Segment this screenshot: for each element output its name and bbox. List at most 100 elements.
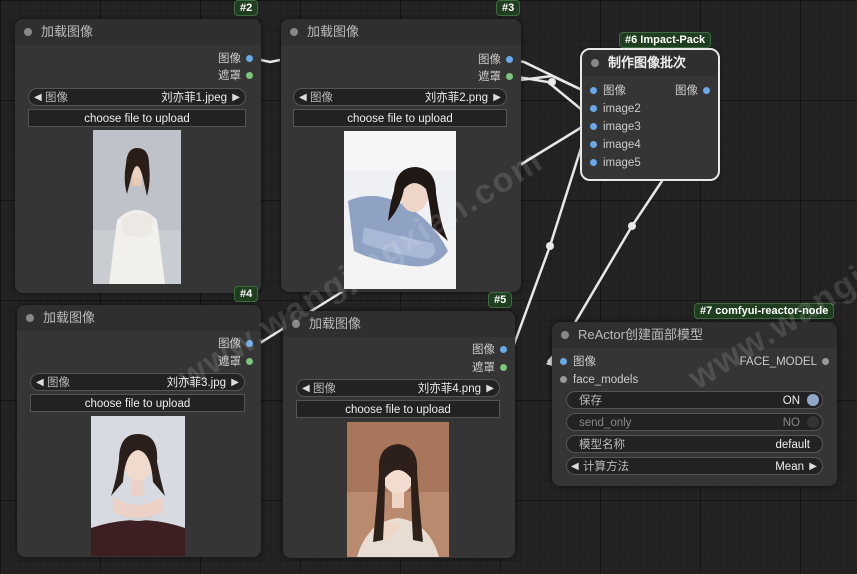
- input-port-icon[interactable]: [560, 376, 567, 384]
- arrow-right-icon[interactable]: ▶: [809, 458, 817, 476]
- output-port-icon[interactable]: [506, 56, 513, 64]
- combo-value: 刘亦菲2.png: [424, 92, 488, 104]
- load-image-node-4[interactable]: 加载图像 图像 遮罩 ◀ 图像 刘亦菲3.jpg ▶ choose file t…: [17, 305, 261, 557]
- input-label: image3: [603, 121, 641, 133]
- input-port-icon[interactable]: [560, 358, 567, 366]
- input-port-icon[interactable]: [590, 123, 597, 131]
- upload-button[interactable]: choose file to upload: [28, 109, 246, 127]
- combo-label: 图像: [45, 92, 68, 104]
- collapse-dot-icon[interactable]: [24, 28, 32, 36]
- send-only-toggle[interactable]: send_only NO: [566, 413, 823, 431]
- input-image3[interactable]: image3: [590, 119, 641, 135]
- image-file-combo[interactable]: ◀ 图像 刘亦菲2.png ▶: [293, 88, 507, 106]
- input-port-icon[interactable]: [590, 105, 597, 113]
- output-port-icon[interactable]: [500, 364, 507, 372]
- image-file-combo[interactable]: ◀ 图像 刘亦菲1.jpeg ▶: [28, 88, 246, 106]
- output-port-icon[interactable]: [703, 87, 710, 95]
- arrow-right-icon[interactable]: ▶: [232, 89, 240, 107]
- output-mask[interactable]: 遮罩: [218, 354, 253, 370]
- output-port-icon[interactable]: [246, 72, 253, 80]
- make-image-batch-node[interactable]: 制作图像批次 图像 image2 image3 image4 image5 图像: [580, 48, 720, 181]
- node-title-bar[interactable]: ReActor创建面部模型: [552, 322, 837, 348]
- node-title: ReActor创建面部模型: [578, 327, 703, 342]
- collapse-dot-icon[interactable]: [591, 59, 599, 67]
- output-image[interactable]: 图像: [218, 51, 253, 67]
- collapse-dot-icon[interactable]: [26, 314, 34, 322]
- output-port-icon[interactable]: [246, 55, 253, 63]
- input-port-icon[interactable]: [590, 159, 597, 167]
- load-image-node-2[interactable]: 加载图像 图像 遮罩 ◀ 图像 刘亦菲1.jpeg ▶ choose file …: [15, 19, 261, 293]
- input-label: image2: [603, 103, 641, 115]
- node-title-bar[interactable]: 加载图像: [281, 19, 521, 45]
- upload-button[interactable]: choose file to upload: [296, 400, 500, 418]
- toggle-knob-icon[interactable]: [807, 394, 819, 406]
- node-id-badge: #7 comfyui-reactor-node: [694, 303, 835, 319]
- input-image2[interactable]: image2: [590, 101, 641, 117]
- output-mask[interactable]: 遮罩: [218, 68, 253, 84]
- upload-button[interactable]: choose file to upload: [30, 394, 245, 412]
- output-image[interactable]: 图像: [675, 83, 710, 99]
- compute-method-combo[interactable]: ◀ 计算方法 Mean ▶: [566, 457, 823, 475]
- link-n2-to-image3: [519, 125, 583, 167]
- upload-button[interactable]: choose file to upload: [293, 109, 507, 127]
- output-face-model[interactable]: FACE_MODEL: [740, 354, 829, 370]
- input-face-models[interactable]: face_models: [560, 372, 638, 388]
- node-title-bar[interactable]: 加载图像: [15, 19, 261, 45]
- node-id-badge: #4: [234, 286, 259, 302]
- output-image[interactable]: 图像: [478, 52, 513, 68]
- collapse-dot-icon[interactable]: [561, 331, 569, 339]
- input-port-icon[interactable]: [590, 141, 597, 149]
- reactor-build-face-model-node[interactable]: ReActor创建面部模型 图像 face_models FACE_MODEL …: [552, 322, 837, 486]
- node-title: 加载图像: [43, 310, 96, 325]
- arrow-left-icon[interactable]: ◀: [34, 89, 42, 107]
- node-title: 加载图像: [307, 24, 360, 39]
- arrow-left-icon[interactable]: ◀: [571, 458, 579, 476]
- input-port-icon[interactable]: [590, 87, 597, 95]
- output-mask[interactable]: 遮罩: [472, 360, 507, 376]
- image-file-combo[interactable]: ◀ 图像 刘亦菲4.png ▶: [296, 379, 500, 397]
- arrow-left-icon[interactable]: ◀: [302, 380, 310, 398]
- output-image[interactable]: 图像: [472, 342, 507, 358]
- arrow-right-icon[interactable]: ▶: [486, 380, 494, 398]
- node-title: 加载图像: [41, 24, 94, 39]
- node-id-badge: #3: [496, 0, 521, 16]
- node-title-bar[interactable]: 制作图像批次: [582, 50, 718, 76]
- arrow-left-icon[interactable]: ◀: [36, 374, 44, 392]
- link-n5-to-n7: [510, 144, 584, 351]
- combo-value: 刘亦菲3.jpg: [166, 377, 226, 389]
- combo-label: 图像: [310, 92, 333, 104]
- node-title: 加载图像: [309, 316, 362, 331]
- collapse-dot-icon[interactable]: [292, 320, 300, 328]
- node-title-bar[interactable]: 加载图像: [17, 305, 261, 331]
- combo-value: Mean: [775, 461, 804, 473]
- model-name-field[interactable]: 模型名称 default: [566, 435, 823, 453]
- input-image4[interactable]: image4: [590, 137, 641, 153]
- toggle-label: 保存: [579, 395, 602, 407]
- output-port-icon[interactable]: [246, 340, 253, 348]
- output-mask-label: 遮罩: [472, 362, 495, 374]
- arrow-right-icon[interactable]: ▶: [231, 374, 239, 392]
- output-port-icon[interactable]: [246, 358, 253, 366]
- output-image-label: 图像: [218, 338, 241, 350]
- output-mask[interactable]: 遮罩: [478, 69, 513, 85]
- link-n3-mask: [511, 74, 583, 111]
- input-image[interactable]: 图像: [590, 83, 626, 99]
- output-port-icon[interactable]: [500, 346, 507, 354]
- image-preview: [347, 422, 449, 557]
- toggle-knob-icon[interactable]: [807, 416, 819, 428]
- combo-value: 刘亦菲1.jpeg: [161, 92, 227, 104]
- node-title-bar[interactable]: 加载图像: [283, 311, 515, 337]
- load-image-node-3[interactable]: 加载图像 图像 遮罩 ◀ 图像 刘亦菲2.png ▶ choose file t…: [281, 19, 521, 292]
- node-title: 制作图像批次: [608, 55, 687, 70]
- image-file-combo[interactable]: ◀ 图像 刘亦菲3.jpg ▶: [30, 373, 245, 391]
- output-port-icon[interactable]: [506, 73, 513, 81]
- load-image-node-5[interactable]: 加载图像 图像 遮罩 ◀ 图像 刘亦菲4.png ▶ choose file t…: [283, 311, 515, 558]
- arrow-right-icon[interactable]: ▶: [493, 89, 501, 107]
- input-image5[interactable]: image5: [590, 155, 641, 171]
- collapse-dot-icon[interactable]: [290, 28, 298, 36]
- save-toggle[interactable]: 保存 ON: [566, 391, 823, 409]
- output-port-icon[interactable]: [822, 358, 829, 366]
- output-image[interactable]: 图像: [218, 336, 253, 352]
- arrow-left-icon[interactable]: ◀: [299, 89, 307, 107]
- input-image[interactable]: 图像: [560, 354, 596, 370]
